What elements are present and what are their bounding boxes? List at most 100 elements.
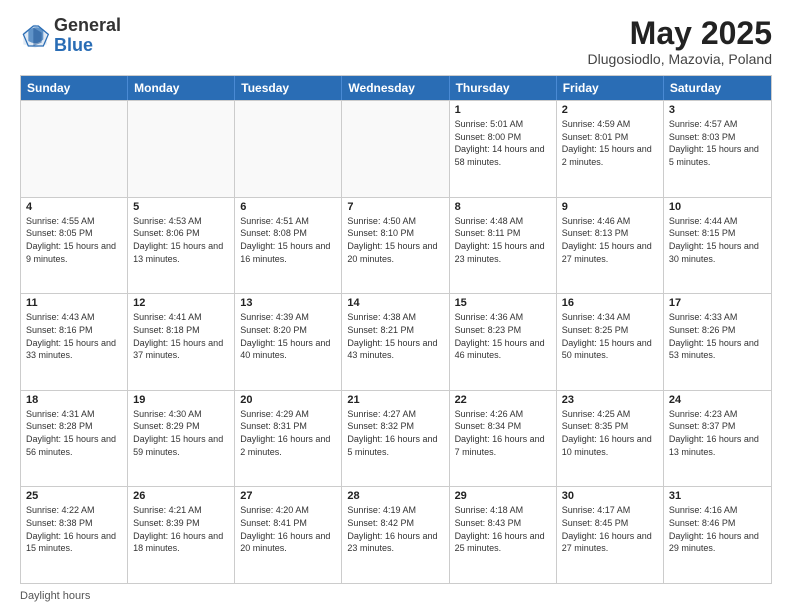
cal-cell-day-13: 13 Sunrise: 4:39 AMSunset: 8:20 PMDayligh… bbox=[235, 294, 342, 390]
cal-cell-empty bbox=[342, 101, 449, 197]
day-info: Sunrise: 4:30 AMSunset: 8:29 PMDaylight:… bbox=[133, 408, 229, 458]
day-info: Sunrise: 4:43 AMSunset: 8:16 PMDaylight:… bbox=[26, 311, 122, 361]
day-info: Sunrise: 4:21 AMSunset: 8:39 PMDaylight:… bbox=[133, 504, 229, 554]
day-info: Sunrise: 4:19 AMSunset: 8:42 PMDaylight:… bbox=[347, 504, 443, 554]
main-title: May 2025 bbox=[588, 16, 772, 51]
cal-cell-day-14: 14 Sunrise: 4:38 AMSunset: 8:21 PMDayligh… bbox=[342, 294, 449, 390]
cal-header-wednesday: Wednesday bbox=[342, 76, 449, 100]
day-info: Sunrise: 4:31 AMSunset: 8:28 PMDaylight:… bbox=[26, 408, 122, 458]
cal-cell-day-18: 18Sunrise: 4:31 AMSunset: 8:28 PMDayligh… bbox=[21, 391, 128, 487]
page: General Blue May 2025 Dlugosiodlo, Mazov… bbox=[0, 0, 792, 612]
day-number: 31 bbox=[669, 490, 766, 502]
cal-header-sunday: Sunday bbox=[21, 76, 128, 100]
day-info: Sunrise: 5:01 AMSunset: 8:00 PMDaylight:… bbox=[455, 118, 551, 168]
cal-cell-day-28: 28 Sunrise: 4:19 AMSunset: 8:42 PMDayligh… bbox=[342, 487, 449, 583]
cal-cell-day-24: 24Sunrise: 4:23 AMSunset: 8:37 PMDayligh… bbox=[664, 391, 771, 487]
cal-header-saturday: Saturday bbox=[664, 76, 771, 100]
day-number: 23 bbox=[562, 394, 658, 406]
day-info: Sunrise: 4:18 AMSunset: 8:43 PMDaylight:… bbox=[455, 504, 551, 554]
day-info: Sunrise: 4:44 AMSunset: 8:15 PMDaylight:… bbox=[669, 215, 766, 265]
cal-cell-day-25: 25 Sunrise: 4:22 AMSunset: 8:38 PMDayligh… bbox=[21, 487, 128, 583]
cal-cell-day-23: 23Sunrise: 4:25 AMSunset: 8:35 PMDayligh… bbox=[557, 391, 664, 487]
logo-general-text: General bbox=[54, 15, 121, 35]
day-number: 8 bbox=[455, 201, 551, 213]
header: General Blue May 2025 Dlugosiodlo, Mazov… bbox=[20, 16, 772, 67]
day-number: 2 bbox=[562, 104, 658, 116]
cal-cell-day-3: 3Sunrise: 4:57 AMSunset: 8:03 PMDaylight… bbox=[664, 101, 771, 197]
cal-cell-day-15: 15Sunrise: 4:36 AMSunset: 8:23 PMDayligh… bbox=[450, 294, 557, 390]
cal-week-4: 18Sunrise: 4:31 AMSunset: 8:28 PMDayligh… bbox=[21, 390, 771, 487]
cal-header-monday: Monday bbox=[128, 76, 235, 100]
logo-icon bbox=[20, 21, 50, 51]
cal-cell-day-9: 9Sunrise: 4:46 AMSunset: 8:13 PMDaylight… bbox=[557, 198, 664, 294]
day-info: Sunrise: 4:34 AMSunset: 8:25 PMDaylight:… bbox=[562, 311, 658, 361]
day-number: 19 bbox=[133, 394, 229, 406]
day-number: 17 bbox=[669, 297, 766, 309]
cal-cell-day-12: 12 Sunrise: 4:41 AMSunset: 8:18 PMDayligh… bbox=[128, 294, 235, 390]
cal-cell-empty bbox=[21, 101, 128, 197]
day-info: Sunrise: 4:22 AMSunset: 8:38 PMDaylight:… bbox=[26, 504, 122, 554]
day-info: Sunrise: 4:26 AMSunset: 8:34 PMDaylight:… bbox=[455, 408, 551, 458]
cal-cell-empty bbox=[235, 101, 342, 197]
cal-cell-empty bbox=[128, 101, 235, 197]
calendar-body: 1 Sunrise: 5:01 AMSunset: 8:00 PMDaylight… bbox=[21, 100, 771, 583]
day-number: 10 bbox=[669, 201, 766, 213]
cal-header-thursday: Thursday bbox=[450, 76, 557, 100]
cal-cell-day-31: 31 Sunrise: 4:16 AMSunset: 8:46 PMDayligh… bbox=[664, 487, 771, 583]
footer-label: Daylight hours bbox=[20, 590, 90, 602]
day-info: Sunrise: 4:33 AMSunset: 8:26 PMDaylight:… bbox=[669, 311, 766, 361]
cal-cell-day-10: 10 Sunrise: 4:44 AMSunset: 8:15 PMDayligh… bbox=[664, 198, 771, 294]
day-number: 15 bbox=[455, 297, 551, 309]
title-block: May 2025 Dlugosiodlo, Mazovia, Poland bbox=[588, 16, 772, 67]
cal-cell-day-21: 21 Sunrise: 4:27 AMSunset: 8:32 PMDayligh… bbox=[342, 391, 449, 487]
day-number: 28 bbox=[347, 490, 443, 502]
cal-cell-day-17: 17 Sunrise: 4:33 AMSunset: 8:26 PMDayligh… bbox=[664, 294, 771, 390]
day-number: 20 bbox=[240, 394, 336, 406]
cal-week-5: 25 Sunrise: 4:22 AMSunset: 8:38 PMDayligh… bbox=[21, 486, 771, 583]
day-number: 16 bbox=[562, 297, 658, 309]
day-number: 30 bbox=[562, 490, 658, 502]
cal-cell-day-30: 30 Sunrise: 4:17 AMSunset: 8:45 PMDayligh… bbox=[557, 487, 664, 583]
day-number: 4 bbox=[26, 201, 122, 213]
day-info: Sunrise: 4:53 AMSunset: 8:06 PMDaylight:… bbox=[133, 215, 229, 265]
day-number: 9 bbox=[562, 201, 658, 213]
day-number: 1 bbox=[455, 104, 551, 116]
day-info: Sunrise: 4:39 AMSunset: 8:20 PMDaylight:… bbox=[240, 311, 336, 361]
day-number: 24 bbox=[669, 394, 766, 406]
day-number: 21 bbox=[347, 394, 443, 406]
day-info: Sunrise: 4:55 AMSunset: 8:05 PMDaylight:… bbox=[26, 215, 122, 265]
cal-cell-day-29: 29Sunrise: 4:18 AMSunset: 8:43 PMDayligh… bbox=[450, 487, 557, 583]
day-number: 7 bbox=[347, 201, 443, 213]
footer: Daylight hours bbox=[20, 590, 772, 602]
day-info: Sunrise: 4:50 AMSunset: 8:10 PMDaylight:… bbox=[347, 215, 443, 265]
cal-week-1: 1 Sunrise: 5:01 AMSunset: 8:00 PMDaylight… bbox=[21, 100, 771, 197]
day-info: Sunrise: 4:48 AMSunset: 8:11 PMDaylight:… bbox=[455, 215, 551, 265]
day-info: Sunrise: 4:41 AMSunset: 8:18 PMDaylight:… bbox=[133, 311, 229, 361]
day-info: Sunrise: 4:27 AMSunset: 8:32 PMDaylight:… bbox=[347, 408, 443, 458]
day-number: 11 bbox=[26, 297, 122, 309]
day-info: Sunrise: 4:20 AMSunset: 8:41 PMDaylight:… bbox=[240, 504, 336, 554]
day-info: Sunrise: 4:51 AMSunset: 8:08 PMDaylight:… bbox=[240, 215, 336, 265]
day-number: 5 bbox=[133, 201, 229, 213]
day-number: 14 bbox=[347, 297, 443, 309]
day-number: 13 bbox=[240, 297, 336, 309]
cal-cell-day-7: 7 Sunrise: 4:50 AMSunset: 8:10 PMDaylight… bbox=[342, 198, 449, 294]
cal-cell-day-2: 2Sunrise: 4:59 AMSunset: 8:01 PMDaylight… bbox=[557, 101, 664, 197]
day-number: 22 bbox=[455, 394, 551, 406]
day-info: Sunrise: 4:17 AMSunset: 8:45 PMDaylight:… bbox=[562, 504, 658, 554]
day-info: Sunrise: 4:38 AMSunset: 8:21 PMDaylight:… bbox=[347, 311, 443, 361]
day-number: 12 bbox=[133, 297, 229, 309]
logo-text: General Blue bbox=[54, 16, 121, 56]
day-number: 26 bbox=[133, 490, 229, 502]
cal-cell-day-6: 6Sunrise: 4:51 AMSunset: 8:08 PMDaylight… bbox=[235, 198, 342, 294]
day-info: Sunrise: 4:57 AMSunset: 8:03 PMDaylight:… bbox=[669, 118, 766, 168]
cal-week-2: 4 Sunrise: 4:55 AMSunset: 8:05 PMDaylight… bbox=[21, 197, 771, 294]
logo: General Blue bbox=[20, 16, 121, 56]
day-number: 25 bbox=[26, 490, 122, 502]
cal-cell-day-16: 16 Sunrise: 4:34 AMSunset: 8:25 PMDayligh… bbox=[557, 294, 664, 390]
cal-cell-day-22: 22 Sunrise: 4:26 AMSunset: 8:34 PMDayligh… bbox=[450, 391, 557, 487]
day-info: Sunrise: 4:16 AMSunset: 8:46 PMDaylight:… bbox=[669, 504, 766, 554]
cal-cell-day-8: 8 Sunrise: 4:48 AMSunset: 8:11 PMDaylight… bbox=[450, 198, 557, 294]
cal-cell-day-26: 26 Sunrise: 4:21 AMSunset: 8:39 PMDayligh… bbox=[128, 487, 235, 583]
calendar-header-row: SundayMondayTuesdayWednesdayThursdayFrid… bbox=[21, 76, 771, 100]
